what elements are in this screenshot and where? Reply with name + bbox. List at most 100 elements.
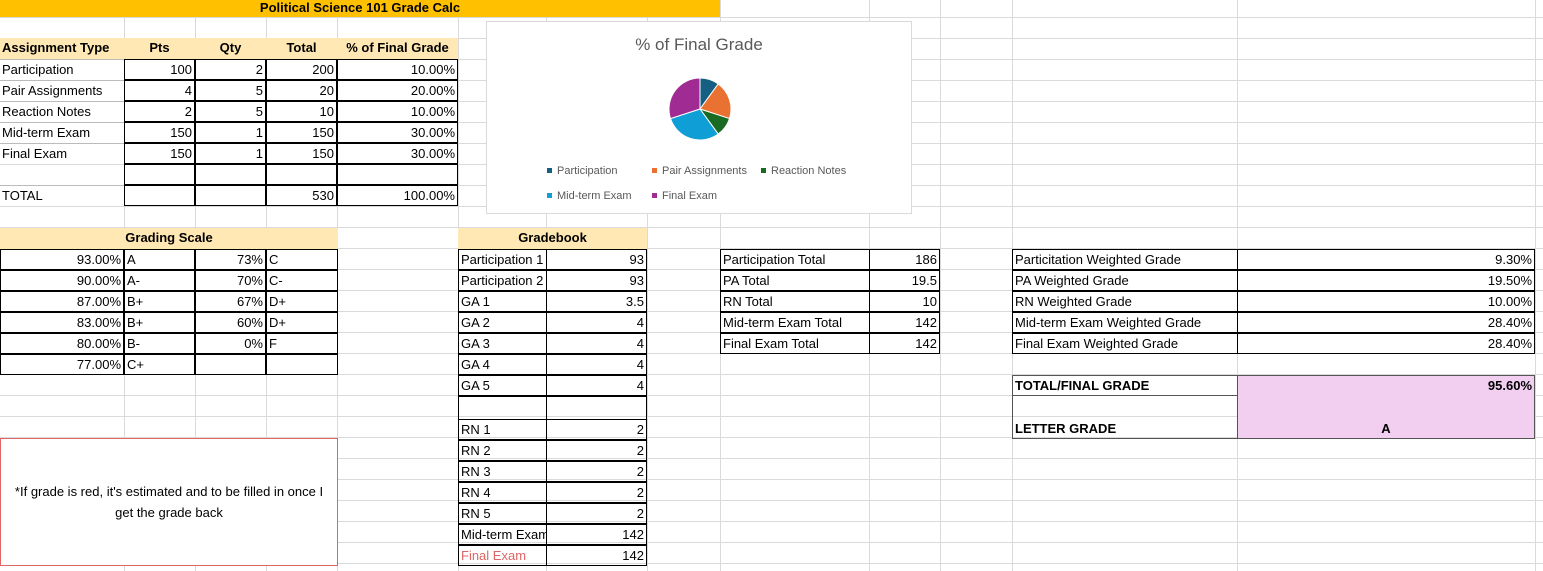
gradebook-label-cell[interactable]: GA 3 <box>458 333 547 354</box>
assignment-pct-cell[interactable]: 20.00% <box>337 80 458 101</box>
gradebook-label-cell[interactable]: GA 5 <box>458 375 547 396</box>
letter-grade-value[interactable]: A <box>1237 395 1535 439</box>
gradebook-label-cell[interactable]: RN 4 <box>458 482 547 503</box>
scale-pct-cell[interactable]: 0% <box>195 333 266 354</box>
total-value-cell[interactable]: 186 <box>869 249 940 270</box>
weighted-value-cell[interactable]: 9.30% <box>1237 249 1535 270</box>
scale-grade-cell[interactable]: C- <box>266 270 338 291</box>
total-value-cell[interactable]: 10 <box>869 291 940 312</box>
gradebook-label-cell[interactable]: GA 1 <box>458 291 547 312</box>
assignment-total-cell[interactable]: 10 <box>266 101 337 122</box>
weighted-label-cell[interactable]: Mid-term Exam Weighted Grade <box>1012 312 1238 333</box>
assignment-header-2[interactable]: Qty <box>195 38 266 59</box>
scale-grade-cell[interactable]: B+ <box>124 291 195 312</box>
scale-grade-cell[interactable]: C+ <box>124 354 195 375</box>
gradebook-value-cell[interactable]: 4 <box>546 375 647 396</box>
gradebook-label-cell[interactable]: RN 2 <box>458 440 547 461</box>
grading-scale-title[interactable]: Grading Scale <box>0 228 338 249</box>
assignment-empty-cell[interactable] <box>124 164 195 185</box>
weighted-label-cell[interactable]: Particitation Weighted Grade <box>1012 249 1238 270</box>
assignment-pts-cell[interactable]: 2 <box>124 101 195 122</box>
assignment-header-4[interactable]: % of Final Grade <box>337 38 458 59</box>
assignment-total-cell[interactable]: 150 <box>266 122 337 143</box>
gradebook-value-cell[interactable]: 93 <box>546 270 647 291</box>
scale-pct-cell[interactable]: 60% <box>195 312 266 333</box>
assignment-empty-cell[interactable] <box>266 164 337 185</box>
final-grade-value[interactable]: 95.60% <box>1237 375 1535 396</box>
assignment-pct-cell[interactable]: 30.00% <box>337 143 458 164</box>
scale-pct-cell[interactable]: 73% <box>195 249 266 270</box>
weighted-label-cell[interactable]: RN Weighted Grade <box>1012 291 1238 312</box>
assignment-empty-cell[interactable] <box>337 164 458 185</box>
assignment-total-label[interactable]: TOTAL <box>0 185 124 206</box>
gradebook-title[interactable]: Gradebook <box>458 228 647 249</box>
gradebook-value-cell[interactable]: 2 <box>546 440 647 461</box>
scale-pct-cell[interactable]: 83.00% <box>0 312 124 333</box>
total-label-cell[interactable]: Mid-term Exam Total <box>720 312 870 333</box>
gradebook-label-cell[interactable]: GA 2 <box>458 312 547 333</box>
scale-grade-cell[interactable] <box>266 354 338 375</box>
assignment-qty-cell[interactable]: 1 <box>195 122 266 143</box>
total-label-cell[interactable]: Final Exam Total <box>720 333 870 354</box>
total-label-cell[interactable]: Participation Total <box>720 249 870 270</box>
gradebook-value-cell[interactable]: 142 <box>546 545 647 566</box>
final-grade-label[interactable]: TOTAL/FINAL GRADE <box>1012 375 1238 396</box>
total-label-cell[interactable]: RN Total <box>720 291 870 312</box>
assignment-pts-cell[interactable]: 4 <box>124 80 195 101</box>
total-value-cell[interactable]: 19.5 <box>869 270 940 291</box>
gradebook-label-cell[interactable]: RN 1 <box>458 419 547 440</box>
assignment-total-cell[interactable]: 150 <box>266 143 337 164</box>
gradebook-value-cell[interactable]: 2 <box>546 503 647 524</box>
gradebook-value-cell[interactable]: 4 <box>546 354 647 375</box>
gradebook-label-cell[interactable]: RN 3 <box>458 461 547 482</box>
gradebook-value-cell[interactable]: 2 <box>546 419 647 440</box>
scale-pct-cell[interactable]: 77.00% <box>0 354 124 375</box>
pie-chart[interactable]: % of Final Grade Participation Pair Assig… <box>486 21 912 214</box>
assignment-header-1[interactable]: Pts <box>124 38 195 59</box>
gradebook-value-cell[interactable]: 3.5 <box>546 291 647 312</box>
scale-pct-cell[interactable]: 67% <box>195 291 266 312</box>
scale-grade-cell[interactable]: C <box>266 249 338 270</box>
assignment-qty-cell[interactable]: 1 <box>195 143 266 164</box>
weighted-label-cell[interactable]: Final Exam Weighted Grade <box>1012 333 1238 354</box>
assignment-total-value[interactable]: 530 <box>266 185 337 206</box>
assignment-header-3[interactable]: Total <box>266 38 337 59</box>
scale-pct-cell[interactable]: 90.00% <box>0 270 124 291</box>
assignment-header-0[interactable]: Assignment Type <box>0 38 124 59</box>
scale-grade-cell[interactable]: A- <box>124 270 195 291</box>
scale-grade-cell[interactable]: A <box>124 249 195 270</box>
assignment-empty-cell[interactable] <box>195 164 266 185</box>
gradebook-label-cell[interactable]: Final Exam <box>458 545 547 566</box>
gradebook-label-cell[interactable]: Participation 1 <box>458 249 547 270</box>
letter-grade-label[interactable]: LETTER GRADE <box>1012 395 1238 439</box>
weighted-value-cell[interactable]: 19.50% <box>1237 270 1535 291</box>
assignment-type-cell[interactable]: Reaction Notes <box>0 101 124 122</box>
gradebook-value-cell[interactable]: 2 <box>546 482 647 503</box>
gradebook-label-cell[interactable]: Participation 2 <box>458 270 547 291</box>
assignment-total-pct[interactable]: 100.00% <box>337 185 458 206</box>
scale-grade-cell[interactable]: F <box>266 333 338 354</box>
assignment-total-qty[interactable] <box>195 185 266 206</box>
weighted-value-cell[interactable]: 28.40% <box>1237 312 1535 333</box>
gradebook-blank-cell[interactable] <box>546 396 647 420</box>
assignment-type-cell[interactable]: Pair Assignments <box>0 80 124 101</box>
assignment-pts-cell[interactable]: 150 <box>124 122 195 143</box>
assignment-type-cell[interactable]: Final Exam <box>0 143 124 164</box>
scale-pct-cell[interactable] <box>195 354 266 375</box>
scale-grade-cell[interactable]: B- <box>124 333 195 354</box>
scale-pct-cell[interactable]: 93.00% <box>0 249 124 270</box>
assignment-pct-cell[interactable]: 10.00% <box>337 101 458 122</box>
assignment-pct-cell[interactable]: 30.00% <box>337 122 458 143</box>
total-value-cell[interactable]: 142 <box>869 312 940 333</box>
assignment-total-cell[interactable]: 200 <box>266 59 337 80</box>
assignment-qty-cell[interactable]: 2 <box>195 59 266 80</box>
gradebook-value-cell[interactable]: 93 <box>546 249 647 270</box>
scale-pct-cell[interactable]: 87.00% <box>0 291 124 312</box>
gradebook-label-cell[interactable]: GA 4 <box>458 354 547 375</box>
assignment-pts-cell[interactable]: 150 <box>124 143 195 164</box>
assignment-qty-cell[interactable]: 5 <box>195 101 266 122</box>
assignment-total-cell[interactable]: 20 <box>266 80 337 101</box>
scale-grade-cell[interactable]: D+ <box>266 312 338 333</box>
gradebook-blank-cell[interactable] <box>458 396 547 420</box>
assignment-type-cell[interactable]: Mid-term Exam <box>0 122 124 143</box>
